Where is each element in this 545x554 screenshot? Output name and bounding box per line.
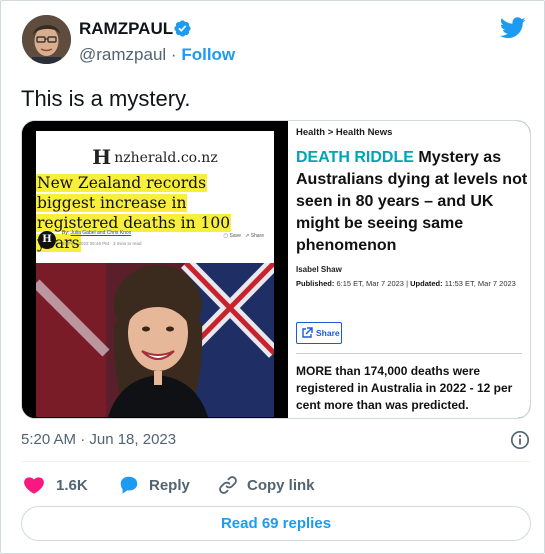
nzherald-byline: H By: Julia Gabel and Chris Knox 19 Feb,…: [38, 229, 270, 251]
article-timestamps: Published: 6:15 ET, Mar 7 2023 | Updated…: [296, 279, 516, 288]
article-breadcrumb: Health > Health News: [296, 127, 393, 138]
nzherald-actions: ▢ Save ⇗ Share: [223, 233, 264, 239]
headline-kicker: DEATH RIDDLE: [296, 149, 414, 166]
link-icon: [219, 476, 237, 494]
info-icon[interactable]: [510, 430, 530, 450]
nzherald-badge-icon: H: [38, 231, 56, 249]
reply-bubble-icon: [120, 476, 138, 494]
handle-row: @ramzpaul · Follow: [79, 45, 235, 65]
follow-button[interactable]: Follow: [181, 45, 235, 64]
share-icon: [302, 327, 313, 338]
tweet-media-image[interactable]: Hnzherald.co.nz New Zealand records bigg…: [21, 120, 531, 419]
nzherald-screenshot: Hnzherald.co.nz New Zealand records bigg…: [22, 121, 288, 418]
article-author: Isabel Shaw: [296, 265, 342, 274]
separator-dot: ·: [170, 45, 177, 64]
nzherald-logo-text: nzherald.co.nz: [114, 150, 218, 166]
footer-divider: [21, 461, 531, 462]
nzherald-dateline: 19 Feb, 2023 05:46 PM · 3 mins to read: [62, 241, 142, 246]
nzherald-photo: [36, 263, 274, 417]
tweet-text: This is a mystery.: [21, 86, 191, 111]
verified-badge-icon: [174, 20, 191, 37]
nzherald-logo-glyph: H: [92, 145, 112, 169]
article-body: MORE than 174,000 deaths were registered…: [296, 364, 513, 412]
reply-label: Reply: [149, 477, 190, 494]
article-divider: [296, 353, 522, 354]
avatar[interactable]: [22, 15, 71, 64]
tweet-timestamp[interactable]: 5:20 AM · Jun 18, 2023: [21, 431, 176, 448]
twitter-bird-icon[interactable]: [500, 17, 526, 39]
tweet-card: RAMZPAUL @ramzpaul · Follow This is a my…: [0, 0, 545, 554]
handle[interactable]: @ramzpaul: [79, 45, 166, 64]
like-count: 1.6K: [56, 477, 88, 494]
nzherald-article-card: Hnzherald.co.nz New Zealand records bigg…: [36, 131, 274, 417]
copy-link-label: Copy link: [247, 477, 315, 494]
read-replies-button[interactable]: Read 69 replies: [21, 506, 531, 541]
nzherald-logo: Hnzherald.co.nz: [36, 145, 274, 169]
article-share-button: Share: [296, 322, 342, 344]
heart-icon: [24, 477, 44, 494]
nzherald-byline-text: By: Julia Gabel and Chris Knox: [62, 230, 132, 236]
article-headline: DEATH RIDDLE Mystery as Australians dyin…: [296, 147, 530, 257]
display-name[interactable]: RAMZPAUL: [79, 19, 173, 39]
daily-mail-screenshot: Health > Health News DEATH RIDDLE Myster…: [288, 121, 530, 418]
